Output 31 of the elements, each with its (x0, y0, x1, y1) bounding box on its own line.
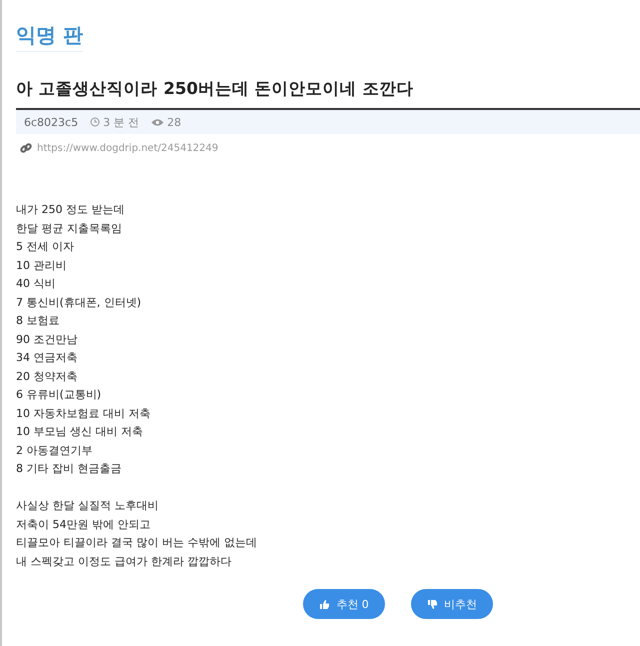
eye-icon (151, 118, 164, 126)
body-text-line: 저축이 54만원 밖에 안되고 (16, 516, 150, 532)
body-text-line: 90 조건만남 (16, 332, 78, 348)
body-text-line: 2 아동결연기부 (16, 442, 92, 458)
clock-icon (90, 117, 100, 127)
post-link[interactable]: https://www.dogdrip.net/245412249 (37, 142, 218, 154)
post-time: 3 분 전 (103, 114, 140, 130)
body-text-line: 5 전세 이자 (16, 239, 74, 255)
view-count: 28 (167, 116, 182, 128)
board-title[interactable]: 익명 판 (16, 22, 83, 52)
body-text-line: 34 연금저축 (16, 350, 78, 366)
author-id: 6c8023c5 (24, 116, 78, 128)
body-text-line: 6 유류비(교통비) (16, 387, 102, 403)
body-text-line: 10 자동차보험료 대비 저축 (16, 406, 150, 422)
body-text-line: 사실상 한달 실질적 노후대비 (16, 498, 158, 514)
link-icon (20, 142, 32, 154)
body-text-line: 10 부모님 생신 대비 저축 (16, 424, 143, 440)
downvote-button[interactable]: 비추천 (410, 589, 493, 619)
body-text-line: 내가 250 정도 받는데 (16, 202, 124, 218)
body-text-line: 한달 평균 지출목록임 (16, 220, 122, 236)
body-text-line: 40 식비 (16, 276, 56, 292)
body-text-line: 10 관리비 (16, 258, 66, 274)
body-text-line: 8 보험료 (16, 313, 60, 329)
body-text-line: 20 청약저축 (16, 368, 78, 384)
body-text-line: 8 기타 잡비 현금출금 (16, 461, 122, 477)
thumbs-down-icon (426, 598, 438, 610)
upvote-button[interactable]: 추천 0 (303, 589, 385, 619)
body-text-line: 내 스펙갖고 이정도 급여가 한계라 깝깝하다 (16, 554, 232, 570)
body-text-line: 7 통신비(휴대폰, 인터넷) (16, 294, 142, 310)
body-text-line: 티끌모아 티끌이라 결국 많이 버는 수밖에 없는데 (16, 535, 257, 551)
thumbs-up-icon (319, 598, 330, 610)
